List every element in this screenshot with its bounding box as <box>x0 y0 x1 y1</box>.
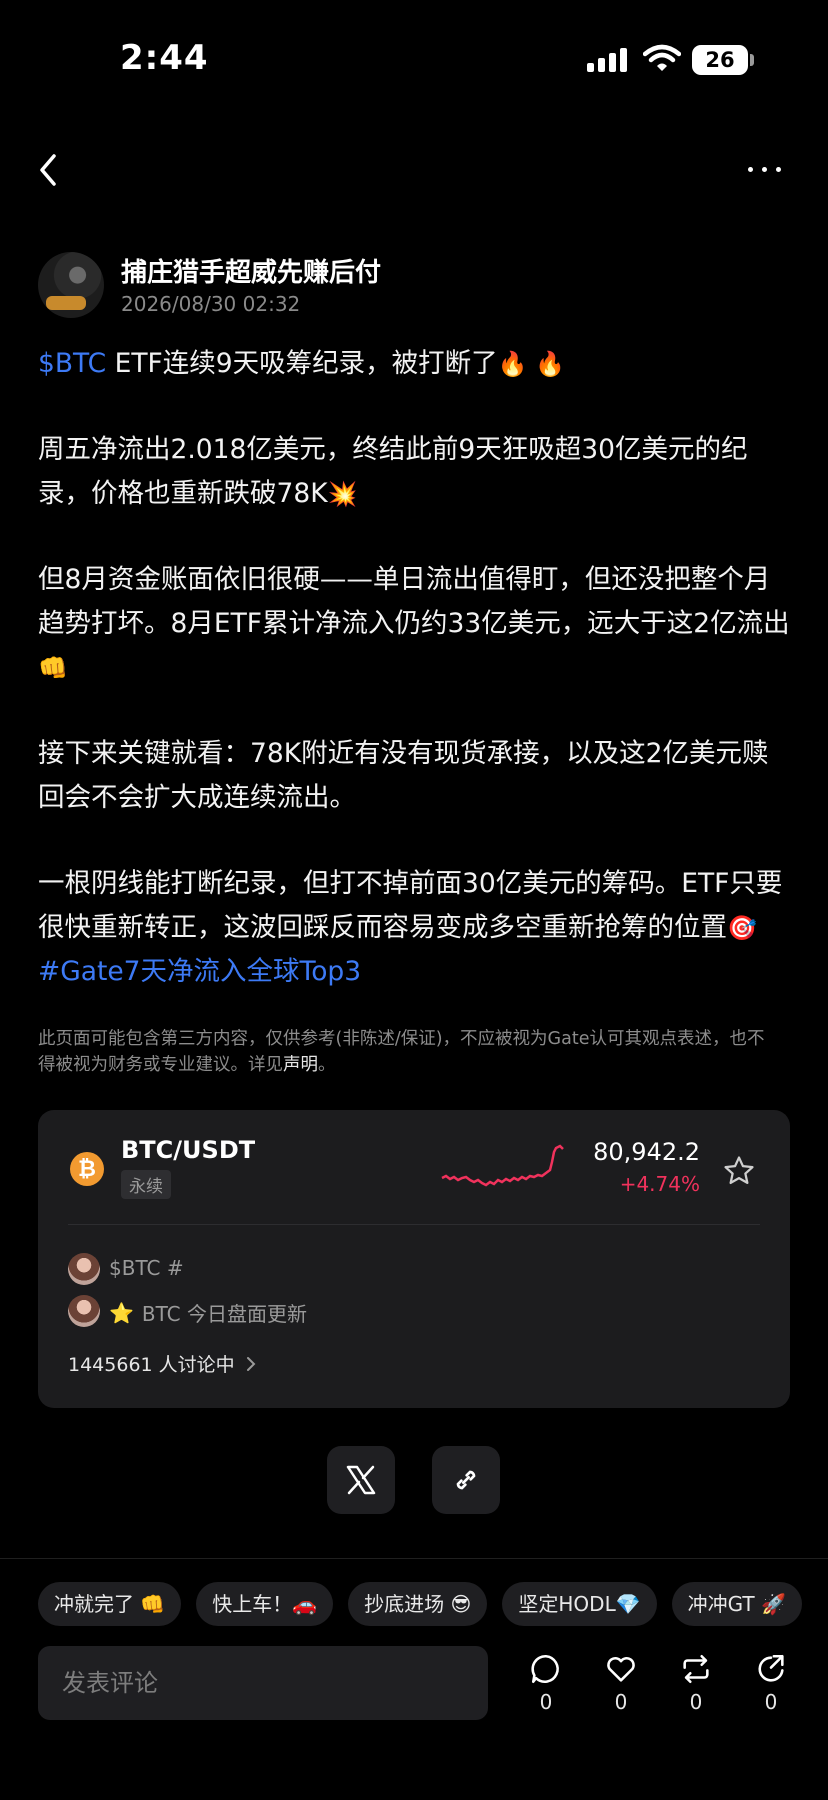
link-icon <box>456 1470 476 1490</box>
discussion-label: 1445661 人讨论中 <box>68 1354 235 1376</box>
comment-count: 0 <box>539 1690 553 1714</box>
perpetual-badge: 永续 <box>121 1170 171 1199</box>
more-options-icon[interactable] <box>748 167 781 172</box>
card-divider <box>68 1224 760 1225</box>
post-text: 但8月资金账面依旧很硬——单日流出值得盯，但还没把整个月趋势打坏。8月ETF累计… <box>38 564 790 639</box>
post-text: 接下来关键就看：78K附近有没有现货承接，以及这2亿美元赎回会不会扩大成连续流出… <box>38 738 769 813</box>
cellular-signal-icon <box>587 48 627 72</box>
explosion-emoji: 💥 <box>327 480 358 508</box>
post-paragraph-4: 接下来关键就看：78K附近有没有现货承接，以及这2亿美元赎回会不会扩大成连续流出… <box>38 732 790 820</box>
repost-icon <box>683 1654 709 1684</box>
market-price: 80,942.2 <box>593 1138 700 1166</box>
hashtag-link[interactable]: #Gate7天净流入全球Top3 <box>38 956 361 987</box>
bottom-divider <box>0 1558 828 1559</box>
disclaimer-end: 。 <box>318 1055 336 1075</box>
favorite-star-icon[interactable] <box>722 1154 756 1192</box>
heart-icon <box>607 1656 635 1682</box>
topic-avatar <box>68 1253 100 1285</box>
share-arrow-icon <box>758 1654 784 1682</box>
bitcoin-icon: ₿ <box>70 1152 104 1186</box>
target-emoji: 🎯 <box>727 914 757 942</box>
trading-pair[interactable]: BTC/USDT <box>121 1136 255 1164</box>
share-button[interactable]: 0 <box>741 1652 801 1714</box>
topic-2-label: BTC 今日盘面更新 <box>141 1302 307 1326</box>
chevron-right-icon <box>246 1356 256 1371</box>
post-content: $BTC ETF连续9天吸筹纪录，被打断了🔥 🔥 周五净流出2.018亿美元，终… <box>38 342 790 1036</box>
comment-bubble-icon <box>531 1654 559 1684</box>
copy-link-button[interactable] <box>432 1446 500 1514</box>
quick-reply-chip[interactable]: 冲就完了 👊 <box>38 1582 182 1626</box>
btc-cashtag[interactable]: $BTC <box>38 348 106 379</box>
wifi-icon <box>642 44 682 76</box>
like-count: 0 <box>614 1690 628 1714</box>
status-time: 2:44 <box>120 38 209 78</box>
price-change: +4.74% <box>619 1172 700 1196</box>
disclaimer: 此页面可能包含第三方内容，仅供参考(非陈述/保证)，不应被视为Gate认可其观点… <box>38 1026 778 1078</box>
discussion-count[interactable]: 1445661 人讨论中 <box>68 1350 257 1377</box>
post-text: 周五净流出2.018亿美元，终结此前9天狂吸超30亿美元的纪录，价格也重新跌破7… <box>38 434 748 509</box>
back-arrow-icon[interactable] <box>36 150 60 194</box>
quick-reply-chip[interactable]: 坚定HODL💎 <box>502 1582 657 1626</box>
post-text: 一根阴线能打断纪录，但打不掉前面30亿美元的筹码。ETF只要很快重新转正，这波回… <box>38 868 783 943</box>
like-button[interactable]: 0 <box>591 1652 651 1714</box>
battery-tip <box>750 54 754 66</box>
battery-icon: 26 <box>692 45 748 75</box>
post-paragraph-3: 但8月资金账面依旧很硬——单日流出值得盯，但还没把整个月趋势打坏。8月ETF累计… <box>38 558 790 690</box>
share-x-button[interactable] <box>327 1446 395 1514</box>
quick-reply-chip[interactable]: 冲冲GT 🚀 <box>671 1582 802 1626</box>
quick-reply-chips: 冲就完了 👊 快上车！🚗 抄底进场 😎 坚定HODL💎 冲冲GT 🚀 <box>38 1582 802 1626</box>
fire-emoji: 🔥 🔥 <box>497 350 566 378</box>
author-name[interactable]: 捕庄猎手超威先赚后付 <box>121 252 381 289</box>
star-emoji: ⭐ <box>109 1300 134 1325</box>
topic-1[interactable]: $BTC # <box>109 1256 184 1280</box>
comment-input[interactable] <box>38 1646 488 1720</box>
post-paragraph-5: 一根阴线能打断纪录，但打不掉前面30亿美元的筹码。ETF只要很快重新转正，这波回… <box>38 862 790 994</box>
disclaimer-text: 此页面可能包含第三方内容，仅供参考(非陈述/保证)，不应被视为Gate认可其观点… <box>38 1029 765 1075</box>
fist-emoji: 👊 <box>38 654 68 682</box>
topic-avatar <box>68 1295 100 1327</box>
disclaimer-link[interactable]: 声明 <box>283 1055 318 1075</box>
repost-count: 0 <box>689 1690 703 1714</box>
post-paragraph-2: 周五净流出2.018亿美元，终结此前9天狂吸超30亿美元的纪录，价格也重新跌破7… <box>38 428 790 516</box>
quick-reply-chip[interactable]: 抄底进场 😎 <box>348 1582 488 1626</box>
share-count: 0 <box>764 1690 778 1714</box>
topic-2[interactable]: ⭐ BTC 今日盘面更新 <box>109 1298 307 1327</box>
quick-reply-chip[interactable]: 快上车！🚗 <box>196 1582 334 1626</box>
post-paragraph-1: $BTC ETF连续9天吸筹纪录，被打断了🔥 🔥 <box>38 342 790 386</box>
comment-button[interactable]: 0 <box>516 1652 576 1714</box>
repost-button[interactable]: 0 <box>666 1652 726 1714</box>
x-logo-icon <box>346 1465 376 1495</box>
author-avatar[interactable] <box>38 252 104 318</box>
post-text: ETF连续9天吸筹纪录，被打断了 <box>106 348 498 379</box>
post-timestamp: 2026/08/30 02:32 <box>121 292 301 316</box>
